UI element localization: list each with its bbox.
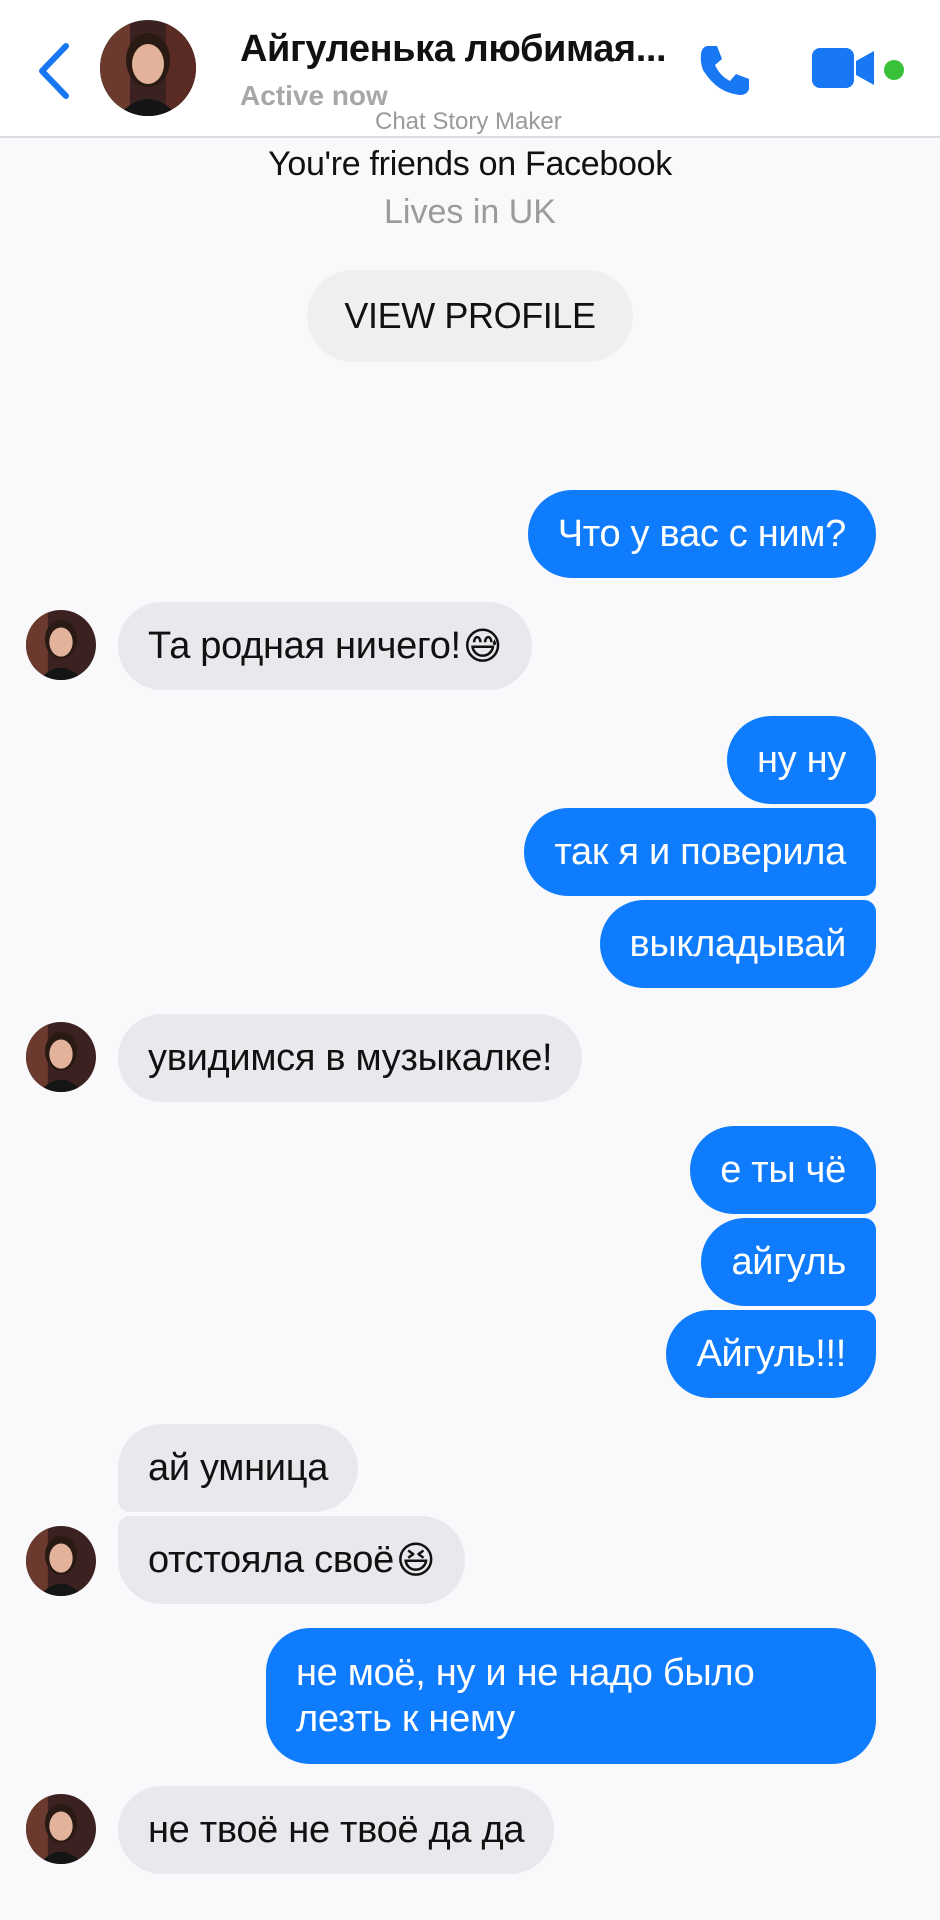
laughing-emoji-icon: 😆 <box>395 1539 436 1582</box>
message-text: выкладывай <box>629 922 847 965</box>
message-text: увидимся в музыкалке! <box>148 1036 553 1079</box>
location-text: Lives in UK <box>384 193 556 231</box>
message-text: Та родная ничего! <box>148 624 461 667</box>
message-received[interactable]: ай умница <box>118 1424 359 1512</box>
chat-header: Айгуленька любимая... Active now Chat St… <box>0 0 940 138</box>
contact-mini-avatar[interactable] <box>26 1526 96 1596</box>
video-camera-icon[interactable] <box>812 46 878 90</box>
message-text: ай умница <box>148 1446 329 1489</box>
message-sent[interactable]: выкладывай <box>599 900 876 988</box>
message-text: так я и поверила <box>554 830 846 873</box>
message-text: е ты чё <box>720 1148 846 1191</box>
message-received[interactable]: не твоё не твоё да да <box>118 1786 555 1874</box>
sweat-smile-emoji-icon: 😅 <box>462 625 503 668</box>
back-arrow-icon[interactable] <box>30 36 80 106</box>
contact-avatar[interactable] <box>100 20 196 116</box>
message-sent[interactable]: так я и поверила <box>524 808 876 896</box>
message-received[interactable]: увидимся в музыкалке! <box>118 1014 583 1102</box>
message-received[interactable]: Та родная ничего! 😅 <box>118 602 533 690</box>
online-status-dot <box>884 60 904 80</box>
message-sent[interactable]: Что у вас с ним? <box>527 490 876 578</box>
message-received[interactable]: отстояла своё 😆 <box>118 1516 466 1604</box>
message-text: не моё, ну и не надо было лезть к нему <box>296 1652 755 1740</box>
message-sent[interactable]: не моё, ну и не надо было лезть к нему <box>266 1628 876 1764</box>
contact-mini-avatar[interactable] <box>26 610 96 680</box>
friends-notice: You're friends on Facebook <box>268 145 672 183</box>
message-text: Айгуль!!! <box>696 1332 846 1375</box>
message-text: ну ну <box>756 738 846 781</box>
message-sent[interactable]: Айгуль!!! <box>666 1310 876 1398</box>
contact-name[interactable]: Айгуленька любимая... <box>240 28 667 71</box>
message-sent[interactable]: ну ну <box>726 716 876 804</box>
phone-icon[interactable] <box>695 40 755 100</box>
message-sent[interactable]: е ты чё <box>690 1126 876 1214</box>
status-text: Active now <box>240 80 388 111</box>
message-text: не твоё не твоё да да <box>148 1808 525 1851</box>
message-sent[interactable]: айгуль <box>701 1218 876 1306</box>
message-text: айгуль <box>731 1240 846 1283</box>
contact-mini-avatar[interactable] <box>26 1022 96 1092</box>
message-text: Что у вас с ним? <box>557 512 847 555</box>
watermark-text: Chat Story Maker <box>375 108 562 135</box>
view-profile-button[interactable]: VIEW PROFILE <box>307 270 633 362</box>
contact-mini-avatar[interactable] <box>26 1794 96 1864</box>
message-text: отстояла своё <box>148 1538 394 1581</box>
